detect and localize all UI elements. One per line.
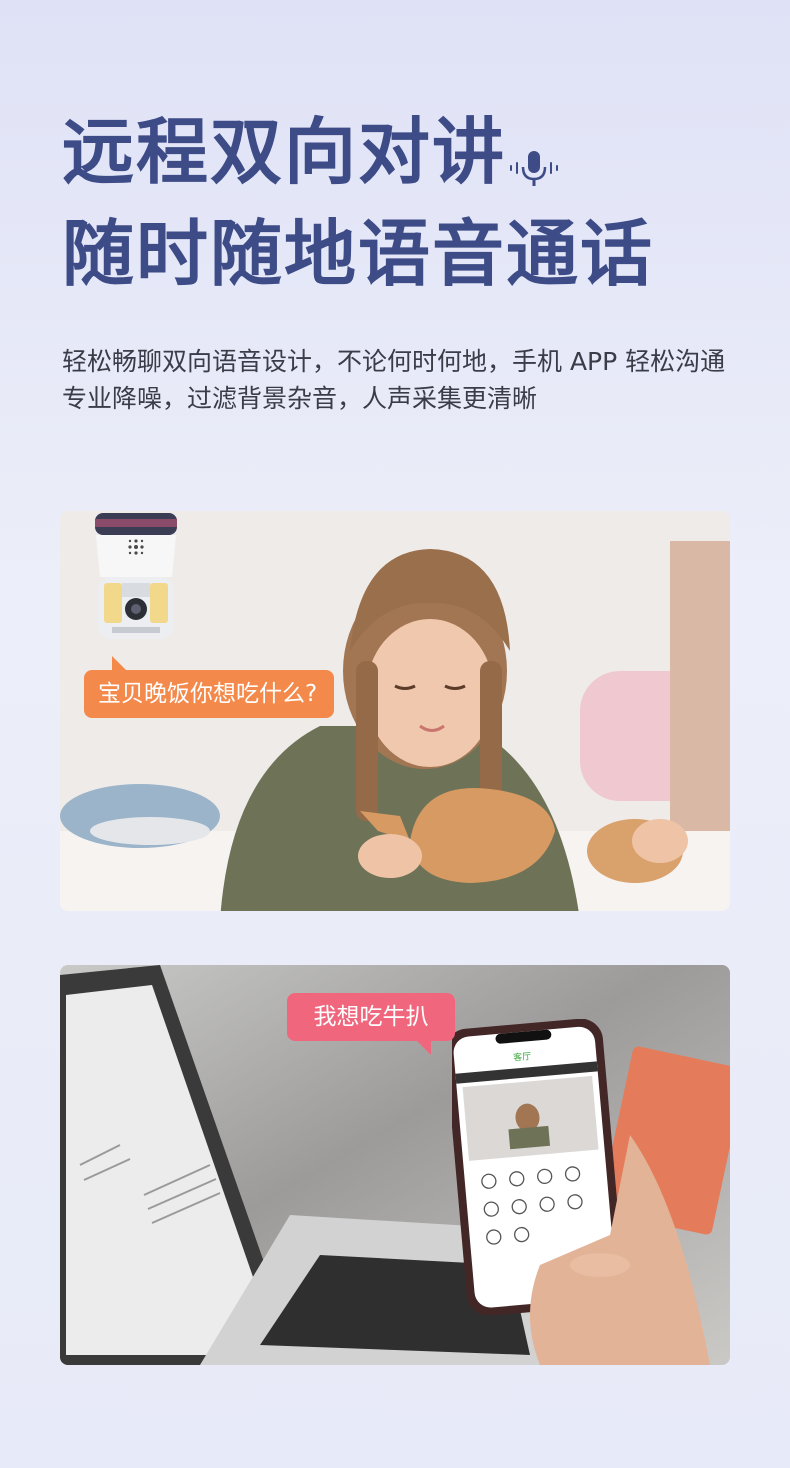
hand: [530, 1135, 710, 1365]
headline-line-2: 随时随地语音通话: [62, 212, 655, 296]
description-line-2: 专业降噪，过滤背景杂音，人声采集更清晰: [62, 384, 538, 413]
camera-device: [95, 513, 177, 639]
parent-speech-bubble: 宝贝晚饭你想吃什么?: [84, 656, 334, 718]
microphone-icon: [510, 151, 558, 186]
headline-line-1: 远程双向对讲: [62, 110, 507, 194]
child-speech-bubble: 我想吃牛扒: [287, 993, 455, 1055]
description-line-1: 轻松畅聊双向语音设计，不论何时何地，手机 APP 轻松沟通: [62, 347, 726, 376]
phone-app-title: 客厅: [513, 1050, 532, 1063]
